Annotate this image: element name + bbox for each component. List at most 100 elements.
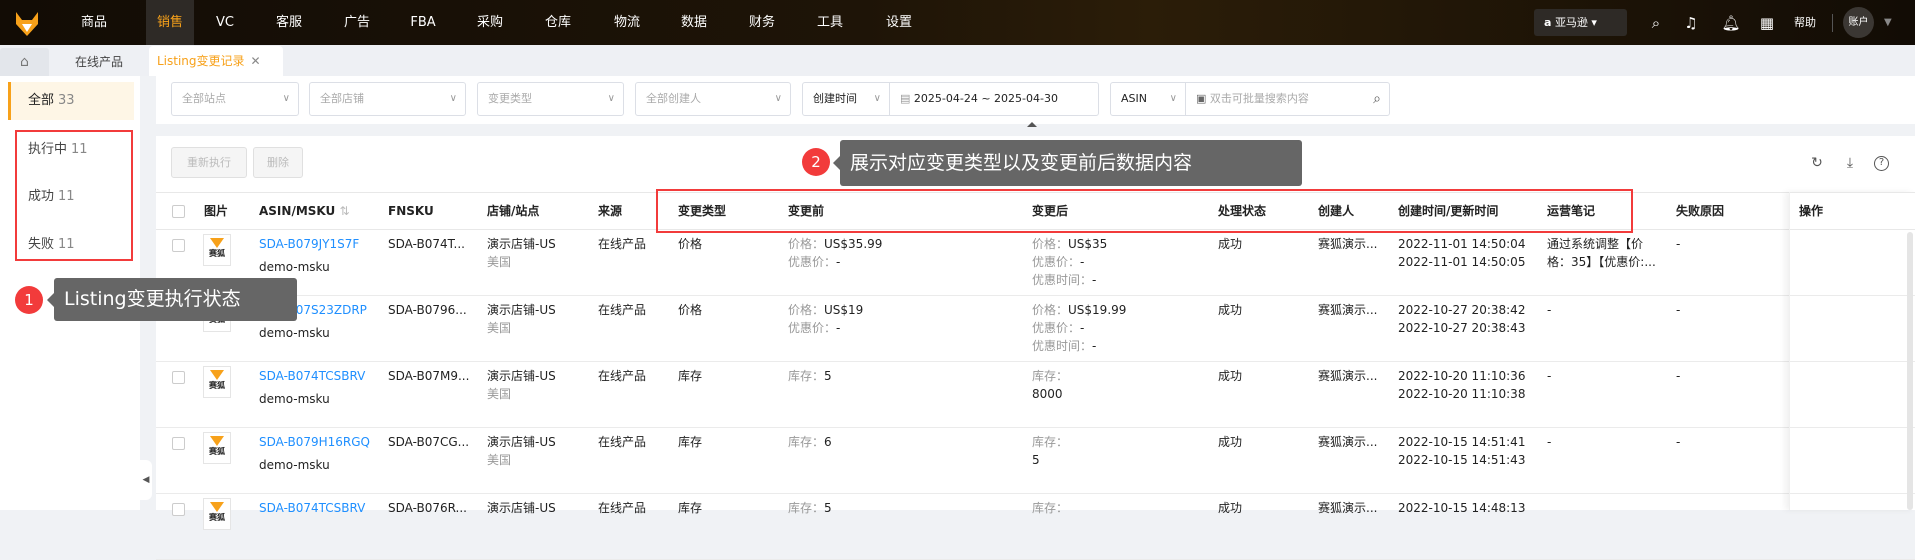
bell-icon[interactable]: 🔔︎: [1721, 13, 1741, 33]
row-checkbox[interactable]: [172, 437, 185, 450]
sort-icon[interactable]: ⇅: [339, 204, 349, 218]
value: 变更类型: [488, 92, 532, 105]
nav-item-2[interactable]: VC: [201, 0, 249, 45]
product-thumbnail[interactable]: 赛狐: [203, 234, 231, 266]
product-thumbnail[interactable]: 赛狐: [203, 498, 231, 530]
help-link[interactable]: 帮助: [1794, 0, 1816, 45]
tab-bar: [0, 45, 1915, 76]
field-value: -: [836, 321, 841, 335]
fnsku: SDA-B07M9...: [388, 369, 470, 383]
top-nav: 商品 销售 VC 客服 广告 FBA 采购 仓库 物流 数据 财务 工具 设置 a 亚马逊 ▾ ⌕ ♫ …: [0, 0, 1915, 45]
product-thumbnail[interactable]: 赛狐: [203, 366, 231, 398]
search-field-select[interactable]: ASIN ∨: [1110, 82, 1186, 116]
shop-name: 演示店铺-US: [487, 369, 556, 383]
nav-item-4[interactable]: 广告: [333, 0, 381, 45]
source: 在线产品: [598, 237, 647, 251]
tab-listing-change-log[interactable]: Listing变更记录 ✕: [149, 46, 283, 76]
before-line: 库存：5: [788, 499, 832, 517]
delete-button[interactable]: 删除: [253, 147, 303, 178]
nav-item-6[interactable]: 采购: [466, 0, 514, 45]
operation-note: -: [1547, 435, 1552, 449]
marketplace-selector[interactable]: a 亚马逊 ▾: [1534, 9, 1627, 36]
creator-filter[interactable]: 全部创建人 ∨: [635, 82, 791, 116]
chevron-down-icon: ∨: [449, 93, 457, 104]
search-icon[interactable]: ⌕: [1373, 83, 1381, 115]
after-line: 5: [1032, 451, 1040, 469]
header-asin[interactable]: ASIN/MSKU ⇅: [259, 192, 350, 230]
divider: [1832, 14, 1833, 32]
nav-item-9[interactable]: 数据: [670, 0, 718, 45]
nav-item-8[interactable]: 物流: [603, 0, 651, 45]
header-operations: 操作: [1799, 204, 1824, 218]
table-row: 赛狐 SDA-B079H16RGQ demo-msku SDA-B07CG... 演示店…: [156, 428, 1915, 494]
annotation-badge-1: 1: [15, 286, 43, 314]
field-value: US$19: [824, 303, 864, 317]
status: 成功: [1218, 435, 1243, 449]
after-line: 价格：US$19.99: [1032, 301, 1126, 319]
apps-grid-icon[interactable]: ▦: [1757, 13, 1777, 33]
field-value: -: [1080, 321, 1085, 335]
nav-item-1[interactable]: 销售: [146, 0, 194, 45]
vertical-scrollbar[interactable]: [1907, 232, 1913, 510]
collapse-filter-icon[interactable]: [1027, 122, 1037, 127]
caret-down-icon[interactable]: ▼: [1884, 0, 1892, 45]
after-line: 价格：US$35: [1032, 235, 1107, 253]
asin-link[interactable]: SDA-B079JY1S7F: [259, 235, 359, 253]
field-label: 价格：: [1032, 237, 1069, 251]
change-type-filter[interactable]: 变更类型 ∨: [477, 82, 624, 116]
asin-link[interactable]: SDA-B074TCSBRV: [259, 499, 365, 517]
tab-online-products[interactable]: 在线产品: [54, 48, 144, 76]
row-checkbox[interactable]: [172, 239, 185, 252]
field-label: 库存：: [1032, 435, 1069, 449]
field-label: 价格：: [1032, 303, 1069, 317]
headset-icon[interactable]: ♫: [1681, 13, 1701, 33]
collapse-sidebar-button[interactable]: ◀: [140, 460, 152, 500]
search-icon[interactable]: ⌕: [1646, 13, 1666, 33]
fnsku: SDA-B076R...: [388, 501, 467, 515]
nav-item-10[interactable]: 财务: [738, 0, 786, 45]
creator: 赛狐演示...: [1318, 303, 1378, 317]
chevron-down-icon: ∨: [282, 93, 290, 104]
nav-item-5[interactable]: FBA: [399, 0, 447, 45]
product-thumbnail[interactable]: 赛狐: [203, 432, 231, 464]
search-input[interactable]: ▣ 双击可批量搜索内容 ⌕: [1185, 82, 1390, 116]
close-icon[interactable]: ✕: [251, 54, 261, 68]
change-type: 库存: [678, 369, 703, 383]
sidebar-item-all[interactable]: 全部 33: [8, 82, 134, 120]
table-row: 赛狐 SDA-B074TCSBRV demo-msku SDA-B07M9... 演示店…: [156, 362, 1915, 428]
fox-logo-icon[interactable]: [12, 8, 42, 38]
site: 美国: [487, 321, 512, 335]
fox-logo-icon: [210, 502, 224, 512]
field-value: US$35.99: [824, 237, 883, 251]
select-all-checkbox[interactable]: [172, 205, 185, 218]
field-value: 5: [824, 369, 832, 383]
nav-item-3[interactable]: 客服: [265, 0, 313, 45]
rerun-button[interactable]: 重新执行: [171, 147, 247, 178]
site-filter[interactable]: 全部站点 ∨: [171, 82, 299, 116]
asin-link[interactable]: SDA-B074TCSBRV: [259, 367, 365, 385]
time-type-select[interactable]: 创建时间 ∨: [802, 82, 890, 116]
change-type: 价格: [678, 237, 703, 251]
refresh-icon[interactable]: ↻: [1808, 154, 1826, 172]
shop-filter[interactable]: 全部店铺 ∨: [309, 82, 466, 116]
msku: demo-msku: [259, 392, 330, 406]
nav-item-11[interactable]: 工具: [806, 0, 854, 45]
batch-search-icon[interactable]: ▣: [1196, 92, 1206, 105]
nav-item-7[interactable]: 仓库: [534, 0, 582, 45]
fnsku: SDA-B0796...: [388, 303, 467, 317]
account-avatar[interactable]: 账户: [1843, 7, 1874, 38]
download-icon[interactable]: ⤓: [1841, 154, 1859, 172]
home-tab[interactable]: ⌂: [0, 48, 49, 76]
date-range-picker[interactable]: ▤ 2025-04-24 ~ 2025-04-30: [889, 82, 1099, 116]
nav-item-0[interactable]: 商品: [70, 0, 118, 45]
count: 33: [58, 93, 75, 108]
field-value: -: [1092, 339, 1097, 353]
help-icon[interactable]: ?: [1874, 156, 1889, 171]
change-type: 库存: [678, 435, 703, 449]
field-value: -: [1092, 273, 1097, 287]
row-checkbox[interactable]: [172, 371, 185, 384]
nav-item-12[interactable]: 设置: [875, 0, 923, 45]
asin-link[interactable]: SDA-B079H16RGQ: [259, 433, 370, 451]
label: 全部: [28, 93, 55, 108]
annotation-box-change-columns: [656, 189, 1633, 233]
